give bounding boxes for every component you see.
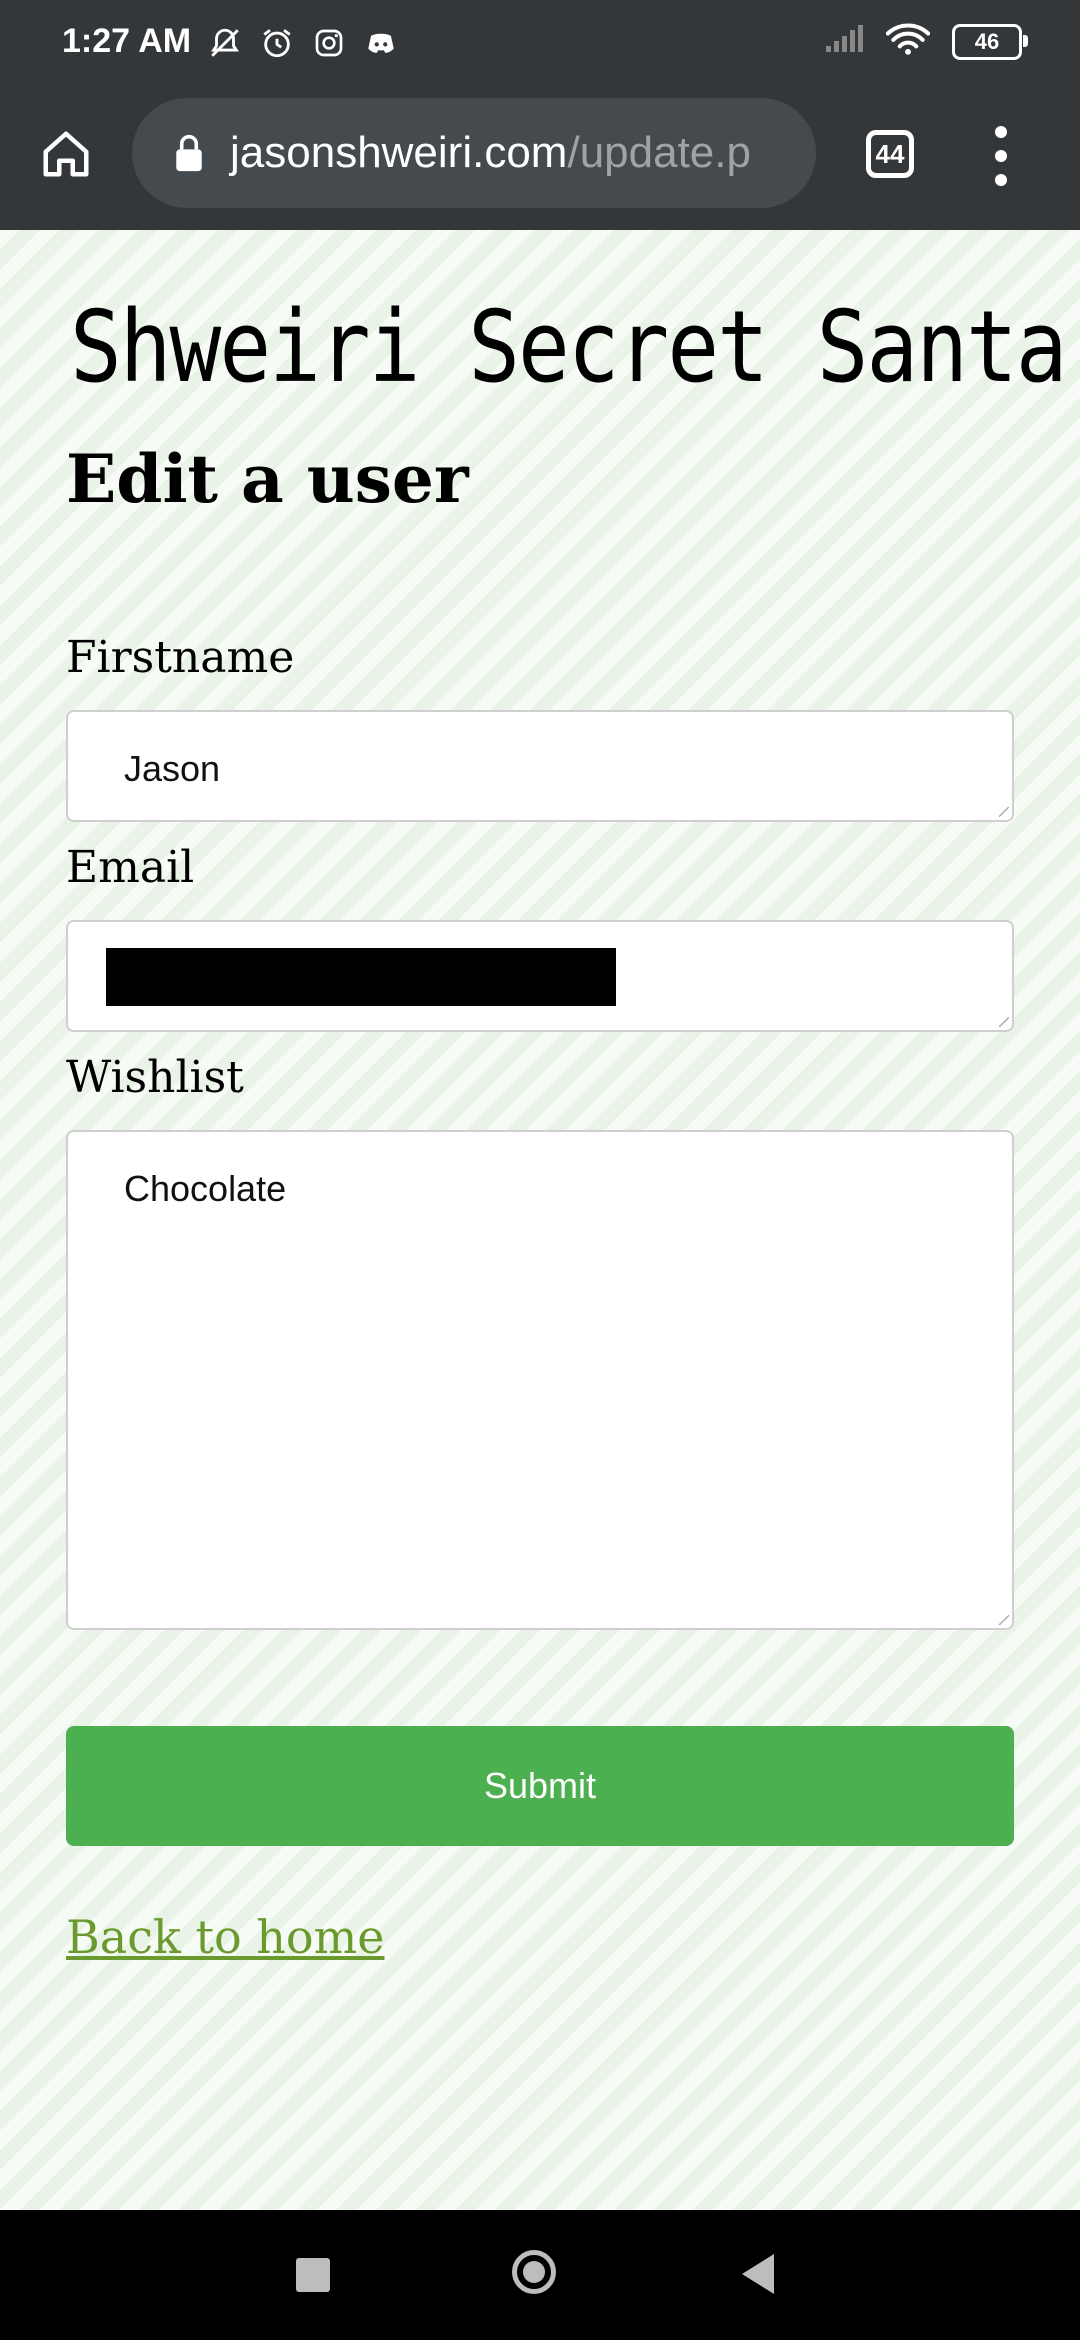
menu-dot [995, 150, 1007, 162]
tab-switcher-button[interactable]: 44 [866, 130, 914, 178]
home-button[interactable] [36, 124, 96, 184]
wishlist-label: Wishlist [66, 1052, 244, 1103]
resize-handle[interactable] [999, 807, 1009, 817]
lock-icon [172, 130, 206, 176]
submit-button[interactable]: Submit [66, 1726, 1014, 1846]
firstname-value: Jason [124, 748, 221, 789]
url-path: /update.p [567, 128, 751, 177]
resize-handle[interactable] [999, 1615, 1009, 1625]
browser-toolbar: jasonshweiri.com/update.p 44 [0, 90, 1080, 230]
more-menu-button[interactable] [986, 126, 1016, 186]
site-title: Shweiri Secret Santa [70, 290, 1068, 405]
system-nav-bar [0, 2210, 1080, 2340]
wishlist-value: Chocolate [124, 1168, 287, 1209]
battery-icon: 46 [952, 23, 1028, 60]
mute-icon [206, 24, 244, 62]
email-label: Email [66, 842, 195, 893]
email-field[interactable] [66, 920, 1014, 1032]
instagram-icon [310, 24, 348, 62]
notification-icons [206, 24, 400, 62]
signal-icon [824, 24, 864, 59]
wishlist-field[interactable]: Chocolate [66, 1130, 1014, 1630]
status-bar: 1:27 AM 46 [0, 0, 1080, 90]
redacted-email [106, 948, 616, 1006]
firstname-field[interactable]: Jason [66, 710, 1014, 822]
page-title: Edit a user [66, 440, 469, 518]
home-icon [43, 131, 89, 177]
wifi-icon [885, 22, 931, 61]
status-time: 1:27 AM [62, 22, 192, 60]
back-to-home-link[interactable]: Back to home [66, 1910, 384, 1964]
system-icons: 46 [824, 22, 1028, 61]
battery-tip [1023, 34, 1028, 47]
discord-icon [362, 24, 400, 62]
menu-dot [995, 126, 1007, 138]
firstname-label: Firstname [66, 632, 295, 683]
address-bar[interactable]: jasonshweiri.com/update.p [132, 98, 816, 208]
back-icon[interactable] [742, 2254, 774, 2294]
url-text[interactable]: jasonshweiri.com/update.p [230, 128, 751, 178]
page-content: Shweiri Secret Santa Edit a user Firstna… [0, 230, 1080, 2210]
resize-handle[interactable] [999, 1017, 1009, 1027]
alarm-icon [258, 24, 296, 62]
battery-level: 46 [974, 28, 1000, 54]
tab-count: 44 [875, 138, 905, 169]
home-nav-icon[interactable] [512, 2250, 556, 2294]
menu-dot [995, 174, 1007, 186]
url-host: jasonshweiri.com [230, 128, 568, 177]
recents-icon[interactable] [296, 2258, 330, 2292]
